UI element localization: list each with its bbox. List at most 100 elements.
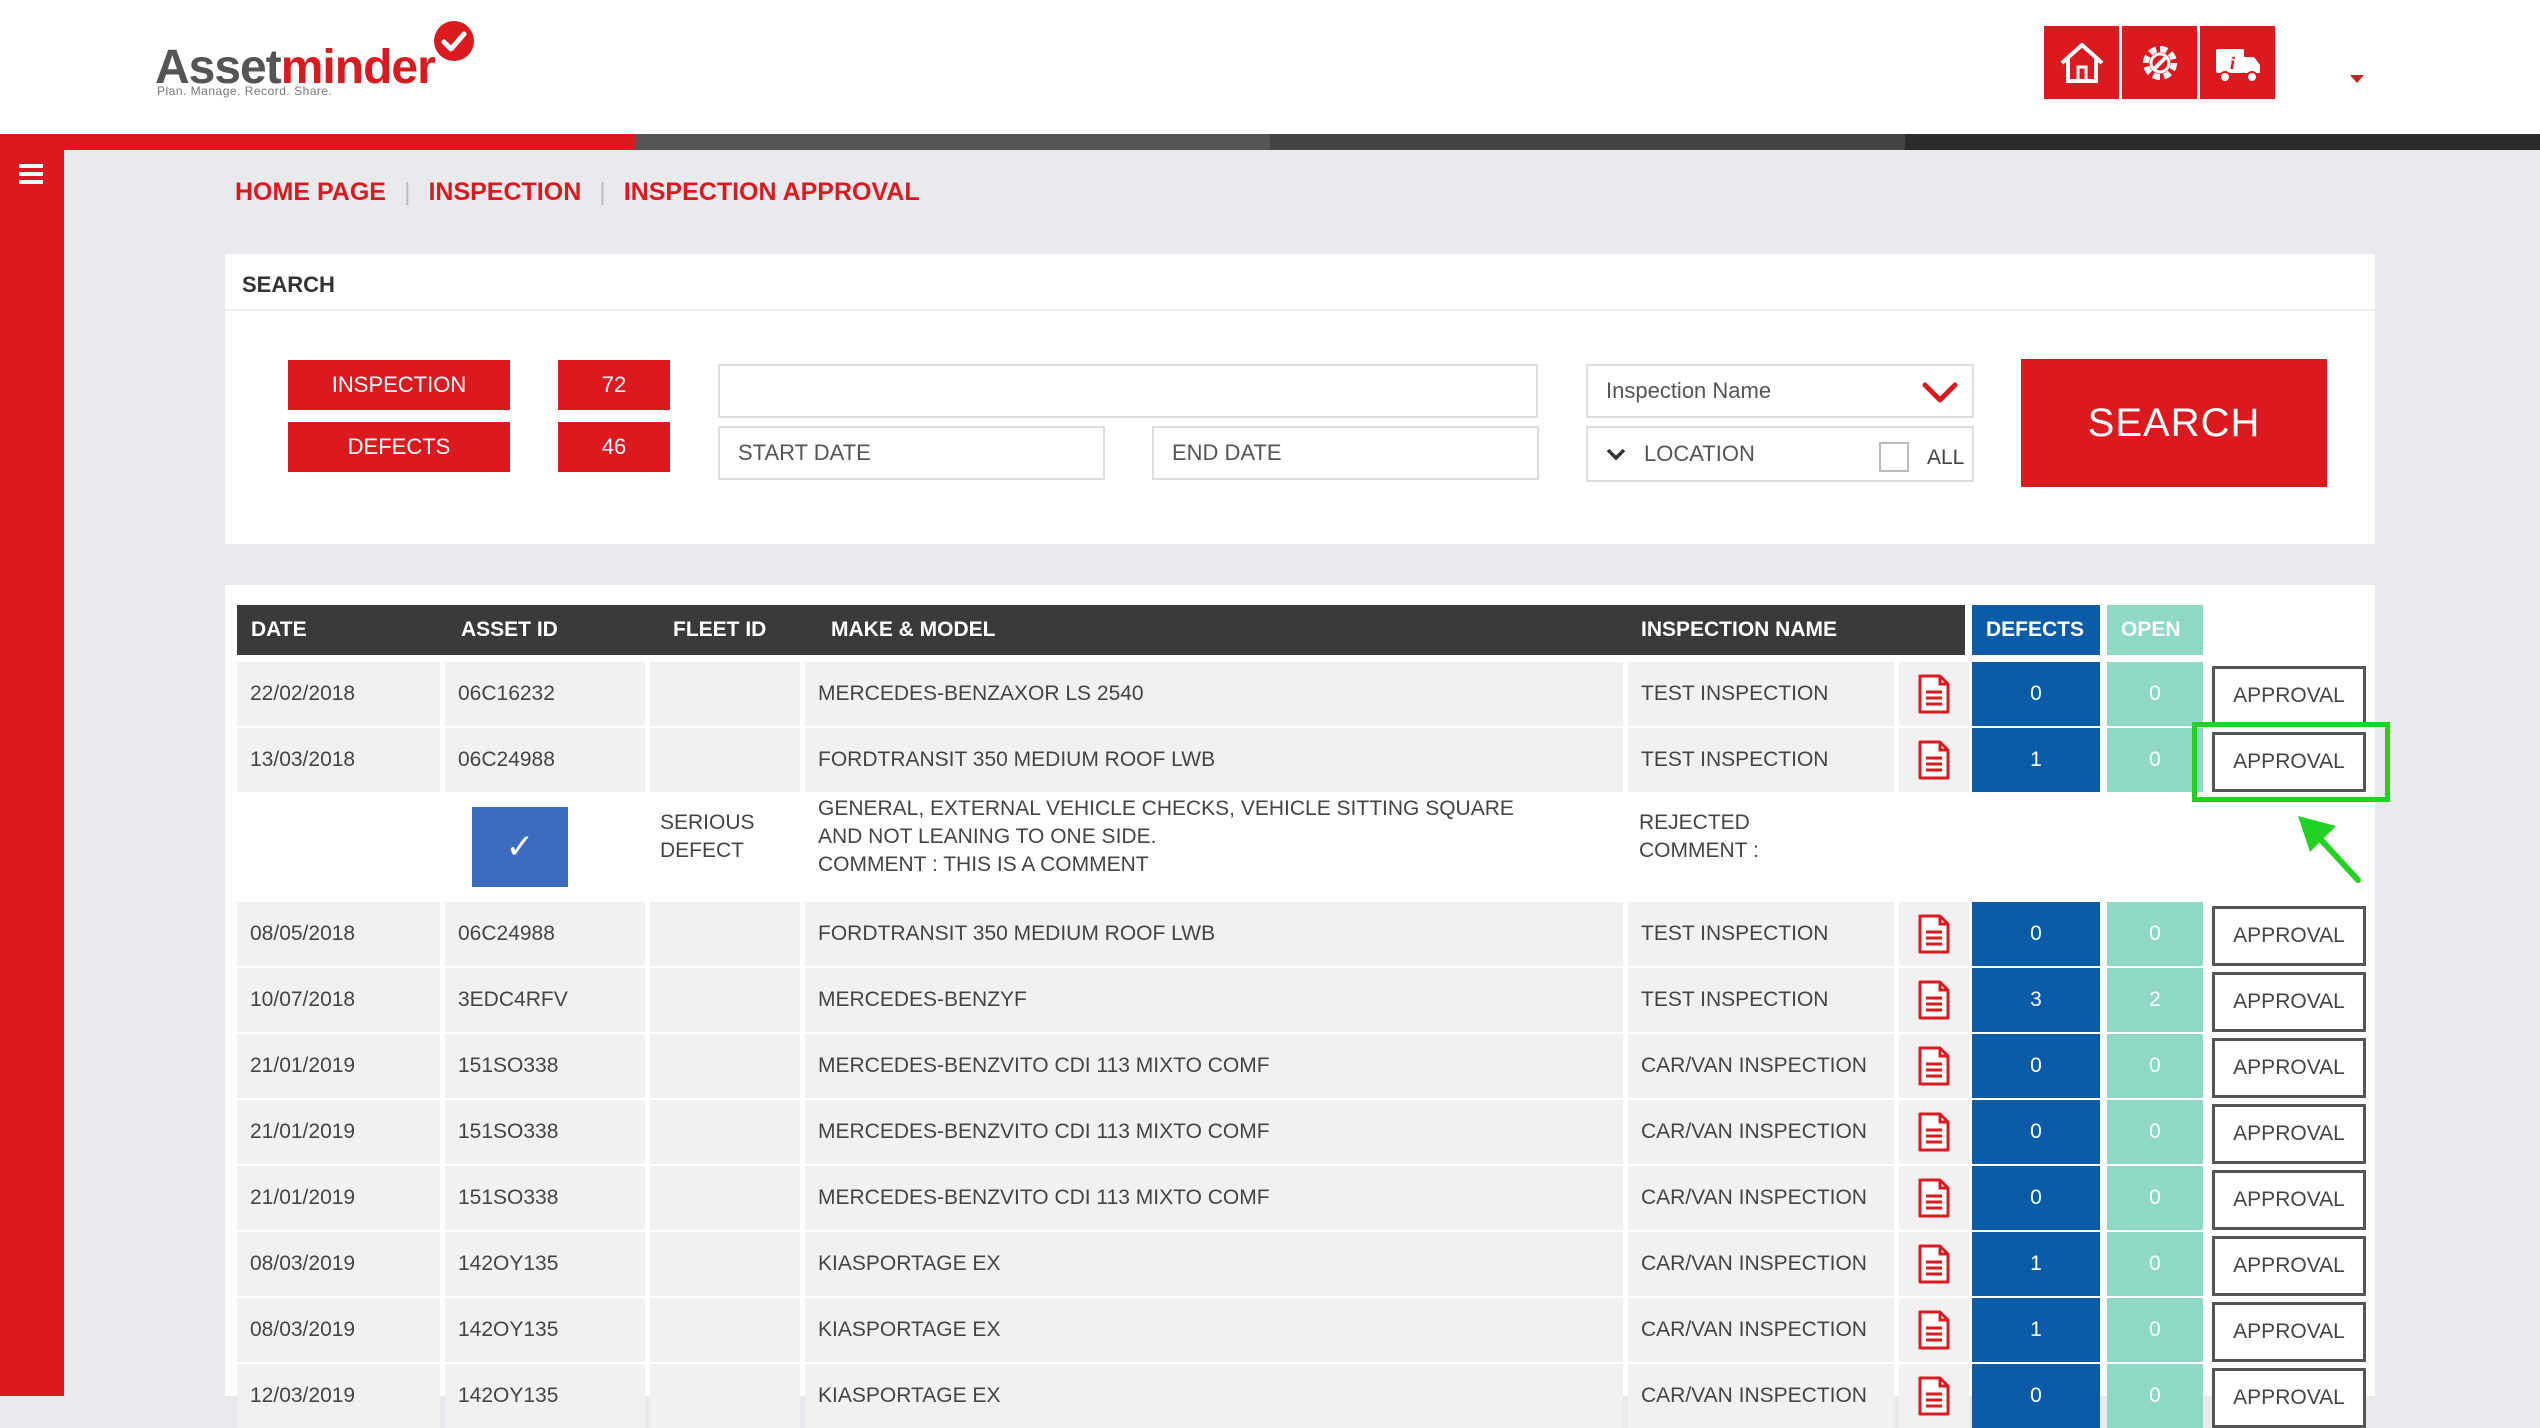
cell-open-count[interactable]: 0 [2107, 1364, 2203, 1428]
cell-inspection-name: CAR/VAN INSPECTION [1628, 1100, 1894, 1164]
cell-fleet-id [650, 1034, 800, 1098]
inspection-name-select[interactable]: Inspection Name [1586, 364, 1974, 418]
cell-open-count[interactable]: 0 [2107, 1166, 2203, 1230]
cell-open-count[interactable]: 0 [2107, 1034, 2203, 1098]
cell-date: 10/07/2018 [237, 968, 440, 1032]
cell-inspection-name: CAR/VAN INSPECTION [1628, 1232, 1894, 1296]
settings-button[interactable] [2122, 26, 2197, 99]
cell-defects-count[interactable]: 0 [1972, 1166, 2100, 1230]
view-report-document-icon[interactable] [1899, 1100, 1969, 1164]
view-report-document-icon[interactable] [1899, 902, 1969, 966]
table-row[interactable]: 10/07/2018 3EDC4RFV MERCEDES-BENZYF TEST IN… [237, 968, 2367, 1032]
table-row[interactable]: 21/01/2019 151SO338 MERCEDES-BENZVITO CDI … [237, 1166, 2367, 1230]
column-header-open[interactable]: OPEN [2107, 605, 2203, 655]
cell-open-count[interactable]: 0 [2107, 1100, 2203, 1164]
defect-comment: COMMENT : THIS IS A COMMENT [818, 853, 1149, 876]
cell-date: 13/03/2018 [237, 728, 440, 792]
breadcrumb-separator: | [599, 178, 606, 206]
view-report-document-icon[interactable] [1899, 1364, 1969, 1428]
cell-defects-count[interactable]: 0 [1972, 1100, 2100, 1164]
breadcrumb-home-page[interactable]: HOME PAGE [235, 178, 386, 207]
search-button[interactable]: SEARCH [2021, 359, 2327, 487]
defects-filter-button[interactable]: DEFECTS [288, 422, 510, 472]
cell-defects-count[interactable]: 0 [1972, 1034, 2100, 1098]
approval-button[interactable]: APPROVAL [2212, 972, 2366, 1032]
inspection-table-panel: DATE ASSET ID FLEET ID MAKE & MODEL INSP… [225, 585, 2375, 1428]
cell-open-count[interactable]: 0 [2107, 1232, 2203, 1296]
hamburger-menu-icon[interactable] [19, 164, 43, 188]
table-row[interactable]: 08/03/2019 142OY135 KIASPORTAGE EX CAR/VAN … [237, 1298, 2367, 1362]
view-report-document-icon[interactable] [1899, 1034, 1969, 1098]
all-locations-checkbox[interactable] [1879, 442, 1909, 472]
cell-open-count[interactable]: 0 [2107, 728, 2203, 792]
approval-button[interactable]: APPROVAL [2212, 1236, 2366, 1296]
user-menu-caret-icon[interactable] [2350, 75, 2364, 83]
vehicle-info-button[interactable]: i [2200, 26, 2275, 99]
breadcrumb-inspection-approval[interactable]: INSPECTION APPROVAL [624, 178, 920, 207]
cell-defects-count[interactable]: 3 [1972, 968, 2100, 1032]
column-header-make-model[interactable]: MAKE & MODEL [817, 605, 1217, 655]
cell-inspection-name: CAR/VAN INSPECTION [1628, 1166, 1894, 1230]
column-header-fleet-id[interactable]: FLEET ID [659, 605, 809, 655]
approval-button[interactable]: APPROVAL [2212, 1302, 2366, 1362]
cell-asset-id: 142OY135 [445, 1232, 645, 1296]
logo-tagline: Plan. Manage. Record. Share. [157, 84, 333, 98]
inspection-filter-button[interactable]: INSPECTION [288, 360, 510, 410]
column-header-defects[interactable]: DEFECTS [1972, 605, 2100, 655]
assetminder-logo[interactable]: Assetminder Plan. Manage. Record. Share. [155, 20, 495, 110]
approval-button[interactable]: APPROVAL [2212, 1368, 2366, 1428]
progress-strip [0, 134, 2540, 150]
defect-description-line: AND NOT LEANING TO ONE SIDE. [818, 825, 1157, 848]
table-row[interactable]: 13/03/2018 06C24988 FORDTRANSIT 350 MEDIUM… [237, 728, 2367, 792]
cell-make-model: KIASPORTAGE EX [805, 1364, 1623, 1428]
cell-make-model: MERCEDES-BENZVITO CDI 113 MIXTO COMF [805, 1034, 1623, 1098]
view-report-document-icon[interactable] [1899, 1298, 1969, 1362]
table-row[interactable]: 08/03/2019 142OY135 KIASPORTAGE EX CAR/VAN … [237, 1232, 2367, 1296]
view-report-document-icon[interactable] [1899, 1166, 1969, 1230]
cell-defects-count[interactable]: 1 [1972, 728, 2100, 792]
approval-button[interactable]: APPROVAL [2212, 1038, 2366, 1098]
view-report-document-icon[interactable] [1899, 728, 1969, 792]
column-header-inspection-name[interactable]: INSPECTION NAME [1627, 605, 1927, 655]
approval-button[interactable]: APPROVAL [2212, 666, 2366, 726]
cell-defects-count[interactable]: 0 [1972, 1364, 2100, 1428]
approval-button[interactable]: APPROVAL [2212, 1104, 2366, 1164]
cell-defects-count[interactable]: 1 [1972, 1298, 2100, 1362]
table-row[interactable]: 21/01/2019 151SO338 MERCEDES-BENZVITO CDI … [237, 1034, 2367, 1098]
cell-open-count[interactable]: 2 [2107, 968, 2203, 1032]
cell-make-model: KIASPORTAGE EX [805, 1298, 1623, 1362]
checkmark-icon: ✓ [505, 828, 535, 866]
view-report-document-icon[interactable] [1899, 662, 1969, 726]
breadcrumb-inspection[interactable]: INSPECTION [428, 178, 581, 207]
cell-inspection-name: CAR/VAN INSPECTION [1628, 1298, 1894, 1362]
approve-defect-checkbox[interactable]: ✓ [472, 807, 568, 887]
rejected-comment-line: COMMENT : [1639, 839, 1759, 862]
cell-defects-count[interactable]: 0 [1972, 662, 2100, 726]
table-row[interactable]: 12/03/2019 142OY135 KIASPORTAGE EX CAR/VAN … [237, 1364, 2367, 1428]
cell-date: 22/02/2018 [237, 662, 440, 726]
cell-open-count[interactable]: 0 [2107, 662, 2203, 726]
cell-defects-count[interactable]: 0 [1972, 902, 2100, 966]
cell-open-count[interactable]: 0 [2107, 902, 2203, 966]
start-date-input[interactable]: START DATE [718, 426, 1105, 480]
cell-defects-count[interactable]: 1 [1972, 1232, 2100, 1296]
search-text-input[interactable] [718, 364, 1538, 418]
approval-button[interactable]: APPROVAL [2212, 906, 2366, 966]
end-date-input[interactable]: END DATE [1152, 426, 1539, 480]
location-select[interactable]: LOCATION [1586, 426, 1974, 482]
approval-button[interactable]: APPROVAL [2212, 1170, 2366, 1230]
column-header-date[interactable]: DATE [237, 605, 437, 655]
sidebar [0, 150, 64, 1396]
view-report-document-icon[interactable] [1899, 1232, 1969, 1296]
cell-inspection-name: TEST INSPECTION [1628, 728, 1894, 792]
column-header-asset-id[interactable]: ASSET ID [447, 605, 647, 655]
view-report-document-icon[interactable] [1899, 968, 1969, 1032]
table-row[interactable]: 22/02/2018 06C16232 MERCEDES-BENZAXOR LS 2… [237, 662, 2367, 726]
table-row[interactable]: 08/05/2018 06C24988 FORDTRANSIT 350 MEDIUM… [237, 902, 2367, 966]
cell-open-count[interactable]: 0 [2107, 1298, 2203, 1362]
home-button[interactable] [2044, 26, 2119, 99]
cell-fleet-id [650, 1232, 800, 1296]
cell-asset-id: 06C24988 [445, 902, 645, 966]
rejected-comment: REJECTED COMMENT : [1639, 809, 1759, 865]
table-row[interactable]: 21/01/2019 151SO338 MERCEDES-BENZVITO CDI … [237, 1100, 2367, 1164]
